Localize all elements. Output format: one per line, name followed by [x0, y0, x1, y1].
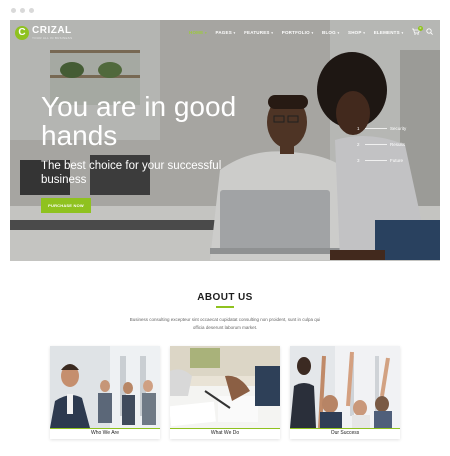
- slider-nav-item[interactable]: 2 Results: [357, 136, 406, 152]
- card-image: [170, 346, 280, 428]
- chevron-down-icon: ▼: [310, 31, 315, 35]
- slide-number: 1: [357, 125, 360, 131]
- slider-nav: 1 Security 2 Results 3 Future: [357, 120, 406, 168]
- nav-item-blog[interactable]: BLOG▼: [322, 30, 340, 35]
- chevron-down-icon: ▼: [400, 31, 405, 35]
- hero-section: C CRIZAL YOUR ALL IN BUSINESS HOME▼ PAGE…: [10, 20, 440, 261]
- slide-label: Results: [390, 141, 406, 147]
- card-label: Who We Are: [91, 430, 119, 436]
- nav-menu: HOME▼ PAGES▼ FEATURES▼ PORTFOLIO▼ BLOG▼ …: [189, 30, 412, 35]
- chevron-down-icon: ▼: [232, 31, 237, 35]
- logo-mark-icon: C: [15, 26, 29, 40]
- slide-number: 3: [357, 157, 360, 163]
- nav-item-pages[interactable]: PAGES▼: [215, 30, 236, 35]
- card-image: [50, 346, 160, 428]
- card-label: What We Do: [210, 430, 240, 436]
- slide-indicator-line: [365, 159, 387, 161]
- slide-label: Security: [390, 125, 407, 131]
- slider-nav-item[interactable]: 1 Security: [357, 120, 406, 136]
- window-dot: [11, 8, 16, 13]
- window-dot: [29, 8, 34, 13]
- cart-count-badge: 0: [418, 26, 423, 31]
- slide-number: 2: [357, 141, 360, 147]
- hero-title: You are in good hands: [41, 91, 237, 151]
- chevron-down-icon: ▼: [270, 31, 274, 35]
- window-dot: [20, 8, 25, 13]
- hero-subtitle: The best choice for your successful busi…: [41, 160, 222, 186]
- main-navbar: C CRIZAL YOUR ALL IN BUSINESS HOME▼ PAGE…: [10, 20, 440, 48]
- slide-indicator-line: [365, 127, 387, 129]
- about-title: ABOUT US: [197, 292, 253, 303]
- title-underline: [216, 306, 234, 308]
- chevron-down-icon: ▼: [204, 31, 208, 35]
- brand-tagline: YOUR ALL IN BUSINESS: [32, 36, 73, 40]
- about-text: Business consulting excepteur sint occae…: [129, 317, 321, 330]
- card-label: Our Success: [330, 430, 360, 436]
- slide-label: Future: [390, 157, 404, 163]
- nav-item-elements[interactable]: ELEMENTS▼: [374, 30, 404, 35]
- brand-name: CRIZAL: [32, 25, 72, 36]
- card-our-success[interactable]: Our Success: [290, 346, 400, 439]
- cart-button[interactable]: 0: [412, 26, 423, 37]
- search-icon: [426, 28, 433, 35]
- slider-nav-item[interactable]: 3 Future: [357, 152, 406, 168]
- search-button[interactable]: [426, 28, 433, 37]
- nav-item-portfolio[interactable]: PORTFOLIO▼: [282, 30, 314, 35]
- nav-item-features[interactable]: FEATURES▼: [244, 30, 274, 35]
- purchase-now-button[interactable]: PURCHASE NOW: [41, 198, 91, 213]
- card-who-we-are[interactable]: Who We Are: [50, 346, 160, 439]
- card-image: [290, 346, 400, 428]
- card-what-we-do[interactable]: What We Do: [170, 346, 280, 439]
- chevron-down-icon: ▼: [336, 31, 340, 35]
- slide-indicator-line: [365, 143, 387, 145]
- chevron-down-icon: ▼: [362, 31, 366, 35]
- nav-item-shop[interactable]: SHOP▼: [348, 30, 366, 35]
- brand-logo[interactable]: C CRIZAL YOUR ALL IN BUSINESS: [15, 26, 72, 41]
- nav-item-home[interactable]: HOME▼: [189, 30, 207, 35]
- browser-chrome: [0, 0, 450, 20]
